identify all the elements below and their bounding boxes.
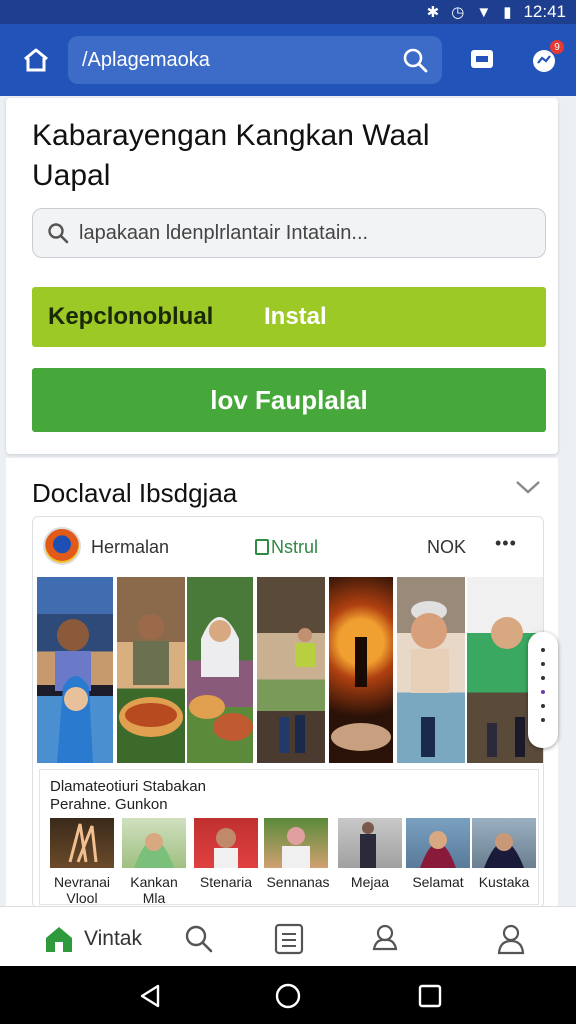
more-options-icon[interactable]: •••	[495, 533, 517, 554]
app-bar: /Aplagemaoka 9	[0, 24, 576, 96]
nav-notifications[interactable]	[370, 919, 400, 959]
photo-tile[interactable]	[397, 577, 465, 763]
thumb-label: Stenaria	[199, 874, 253, 890]
nav-profile[interactable]	[496, 919, 526, 959]
sub-card-subtitle: Perahne. Gunkon	[50, 796, 168, 813]
install-card: Kabarayengan Kangkan Waal Uapal lapakaan…	[6, 98, 558, 454]
scroll-dot	[541, 676, 545, 680]
post-ok-label[interactable]: NOK	[427, 537, 466, 558]
home-icon	[24, 48, 48, 72]
thumb-4[interactable]	[264, 818, 328, 868]
avatar[interactable]	[43, 527, 81, 565]
bottom-nav: Vintak	[0, 906, 576, 966]
nav-search[interactable]	[184, 919, 214, 959]
post-tag[interactable]: Nstrul	[255, 537, 318, 558]
photo-tile[interactable]	[257, 577, 325, 763]
photo-grid	[37, 577, 543, 763]
wifi-icon: ▼	[476, 3, 492, 21]
scroll-dot	[541, 704, 545, 708]
scroll-dot	[541, 648, 545, 652]
battery-icon: ▮	[503, 4, 512, 21]
nav-home[interactable]: Vintak	[44, 919, 142, 959]
install-button-label: Instal	[264, 303, 327, 330]
thumb-label: Mejaa	[350, 874, 390, 890]
profile-icon	[497, 924, 525, 955]
thumb-label: Kustaka	[478, 874, 530, 890]
messages-button[interactable]	[464, 42, 500, 78]
primary-action-label: lov Fauplalal	[210, 384, 368, 415]
scroll-dot	[541, 690, 545, 694]
bluetooth-icon: ✱	[426, 4, 440, 21]
home-button[interactable]	[16, 42, 56, 78]
install-button-left-label: Kepclonoblual	[48, 303, 214, 330]
scroll-dot	[541, 662, 545, 666]
bell-icon	[372, 924, 398, 951]
feed-section: Doclaval Ibsdgjaa Hermalan Nstrul NOK ••…	[6, 458, 558, 908]
search-icon	[185, 925, 213, 953]
search-icon[interactable]	[402, 47, 428, 73]
thumb-label: Sennanas	[266, 874, 330, 890]
system-nav-bar	[0, 966, 576, 1024]
home-circle-icon[interactable]	[274, 982, 302, 1010]
primary-action-button[interactable]: lov Fauplalal	[32, 368, 546, 432]
page-title: Kabarayengan Kangkan Waal Uapal	[32, 119, 430, 192]
scroll-handle[interactable]	[528, 632, 558, 748]
photo-lamp	[331, 637, 391, 751]
photo-people	[55, 619, 93, 763]
photo-tile[interactable]	[329, 577, 393, 763]
post-card[interactable]: Hermalan Nstrul NOK ••• Dlamateotiuri St…	[32, 516, 544, 908]
list-icon	[274, 923, 304, 955]
nav-home-label: Vintak	[84, 927, 142, 950]
sub-card[interactable]: Dlamateotiuri Stabakan Perahne. Gunkon N…	[39, 769, 539, 906]
chevron-down-icon[interactable]	[514, 478, 542, 496]
post-header: Hermalan Nstrul NOK •••	[33, 517, 543, 575]
post-tag-label: Nstrul	[271, 537, 319, 557]
sub-card-title: Dlamateotiuri Stabakan Perahne. Gunkon	[50, 778, 206, 814]
notifications-button[interactable]: 9	[526, 40, 564, 78]
photo-street	[279, 628, 315, 753]
alarm-icon: ◷	[451, 4, 465, 21]
thumb-5[interactable]	[338, 818, 402, 868]
post-author[interactable]: Hermalan	[91, 537, 169, 558]
back-icon[interactable]	[136, 982, 164, 1010]
tag-icon	[255, 539, 269, 555]
search-icon	[48, 223, 69, 244]
thumb-6[interactable]	[406, 818, 470, 868]
thumb-1[interactable]	[50, 818, 114, 868]
card-search-placeholder: lapakaan ldenplrlantair Intatain...	[79, 221, 369, 244]
thumb-label: Selamat	[412, 874, 464, 890]
home-icon	[46, 927, 72, 952]
thumb-7[interactable]	[472, 818, 536, 868]
thumb-label: Nevranai Vlool	[53, 874, 111, 906]
photo-man-cap	[411, 601, 449, 757]
search-input-value: /Aplagemaoka	[82, 48, 210, 71]
status-time: 12:41	[523, 2, 566, 21]
status-bar: ✱ ◷ ▼ ▮ 12:41	[0, 0, 576, 24]
card-search-field[interactable]: lapakaan ldenplrlantair Intatain...	[32, 208, 546, 258]
photo-tile[interactable]	[187, 577, 253, 763]
section-title: Doclaval Ibsdgjaa	[32, 478, 238, 508]
thumb-3[interactable]	[194, 818, 258, 868]
chat-icon	[471, 50, 493, 68]
recents-icon[interactable]	[416, 982, 444, 1010]
thumb-2[interactable]	[122, 818, 186, 868]
photo-tile[interactable]	[37, 577, 113, 763]
scroll-dot	[541, 718, 545, 722]
photo-food	[119, 614, 183, 737]
thumb-label: Kankan Mla	[130, 874, 178, 906]
install-button[interactable]: Kepclonoblual Instal	[32, 287, 546, 347]
photo-tile[interactable]	[117, 577, 185, 763]
sub-card-heading: Dlamateotiuri Stabakan	[50, 778, 206, 795]
nav-feed[interactable]	[274, 919, 304, 959]
notification-badge: 9	[550, 40, 564, 54]
photo-woman-food	[189, 617, 253, 741]
search-input[interactable]: /Aplagemaoka	[68, 36, 442, 84]
